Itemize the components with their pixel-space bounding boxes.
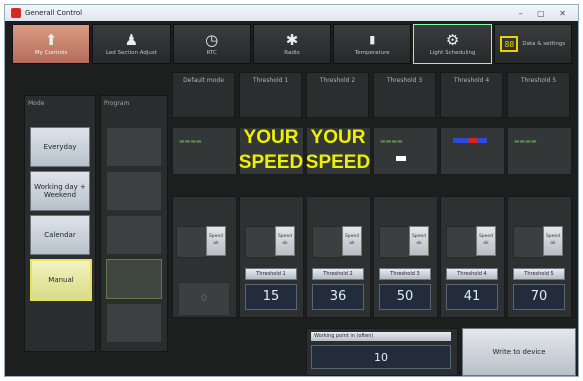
display-preview-threshold-5: ▬▬▬▬ (507, 127, 572, 175)
toolbar-light-scheduling[interactable]: ⚙ Light Scheduling (413, 24, 492, 64)
dim-preview-text: ▬▬▬▬ (179, 138, 202, 145)
threshold-3-label: Threshold 3 (379, 268, 431, 280)
switch-off-area (245, 226, 277, 258)
program-slot[interactable] (106, 259, 162, 299)
window-controls[interactable]: – ▢ ✕ (519, 9, 572, 18)
threshold-2-label: Threshold 2 (312, 268, 364, 280)
toolbar-my-controls[interactable]: ⬆ My Controls (12, 24, 91, 64)
switch-off-area (176, 226, 208, 258)
mode-manual-button[interactable]: Manual (30, 259, 92, 301)
speed-text-threshold-1: YOUR SPEED (238, 127, 304, 173)
working-point-label: Working point in (often) (311, 332, 451, 341)
mode-header: Mode (28, 100, 45, 107)
column-header-threshold-4: Threshold 4 (440, 72, 503, 118)
mode-everyday-button[interactable]: Everyday (30, 127, 90, 167)
dim-preview-text: ▬▬▬▬ (514, 138, 537, 145)
color-strip-icon (453, 138, 487, 143)
program-slot[interactable] (106, 127, 162, 167)
radio-icon: ✱ (285, 31, 299, 49)
display-preview-default: ▬▬▬▬ (172, 127, 237, 175)
clock-icon: ◷ (205, 31, 219, 49)
toolbar-radio[interactable]: ✱ Radio (252, 24, 332, 64)
threshold-5-label: Threshold 5 (513, 268, 565, 280)
switch-off-area (379, 226, 411, 258)
switch-off-area (513, 226, 545, 258)
switch-off-area (446, 226, 478, 258)
speed-ok-toggle[interactable]: Speed ok (409, 226, 429, 256)
thermometer-icon: ▮ (369, 33, 376, 46)
default-value-field: 0 (178, 282, 230, 316)
mode-calendar-button[interactable]: Calendar (30, 215, 90, 255)
threshold-3-value[interactable]: 50 (379, 284, 431, 310)
speed-ok-toggle[interactable]: Speed ok (342, 226, 362, 256)
white-bar-icon (396, 156, 406, 161)
toolbar-led-section-adjust[interactable]: ♟ Led Section Adjust (92, 24, 171, 64)
program-slot[interactable] (106, 171, 162, 211)
display-preview-threshold-3: ▬▬▬▬ (373, 127, 438, 175)
column-header-default: Default mode (172, 72, 235, 118)
speed-text-threshold-2: YOUR SPEED (305, 127, 371, 173)
toolbar-temperature[interactable]: ▮ Temperature (333, 24, 412, 64)
threshold-4-label: Threshold 4 (446, 268, 498, 280)
mode-workday-weekend-button[interactable]: Working day + Weekend (30, 171, 90, 211)
display-icon: 88 (500, 36, 519, 52)
write-to-device-button[interactable]: Write to device (462, 328, 576, 376)
threshold-5-value[interactable]: 70 (513, 284, 565, 310)
title-bar: Generall Control – ▢ ✕ (5, 5, 578, 21)
speed-ok-toggle[interactable]: Speed ok (543, 226, 563, 256)
window-title: Generall Control (25, 9, 83, 17)
program-slot[interactable] (106, 215, 162, 255)
toolbar-data-settings[interactable]: 88 Data & settings (493, 24, 572, 64)
threshold-4-value[interactable]: 41 (446, 284, 498, 310)
column-header-threshold-1: Threshold 1 (239, 72, 302, 118)
top-toolbar: ⬆ My Controls ♟ Led Section Adjust ◷ RTC… (12, 24, 572, 64)
threshold-2-value[interactable]: 36 (312, 284, 364, 310)
speed-ok-toggle[interactable]: Speed ok (206, 226, 226, 256)
speed-ok-toggle[interactable]: Speed ok (275, 226, 295, 256)
toolbar-rtc[interactable]: ◷ RTC (172, 24, 251, 64)
working-point-panel: Working point in (often) 10 (306, 328, 458, 376)
threshold-1-label: Threshold 1 (245, 268, 297, 280)
person-arrow-icon: ⬆ (44, 31, 58, 49)
person-icon: ♟ (124, 31, 139, 49)
column-header-threshold-2: Threshold 2 (306, 72, 369, 118)
app-icon (11, 8, 21, 18)
program-header: Program (104, 100, 130, 107)
speed-ok-toggle[interactable]: Speed ok (476, 226, 496, 256)
working-point-value[interactable]: 10 (311, 345, 451, 369)
column-header-threshold-5: Threshold 5 (507, 72, 570, 118)
schedule-icon: ⚙ (445, 31, 460, 49)
threshold-1-value[interactable]: 15 (245, 284, 297, 310)
switch-off-area (312, 226, 344, 258)
program-slot[interactable] (106, 303, 162, 343)
display-preview-threshold-4 (440, 127, 505, 175)
dim-preview-text: ▬▬▬▬ (380, 138, 403, 145)
column-header-threshold-3: Threshold 3 (373, 72, 436, 118)
